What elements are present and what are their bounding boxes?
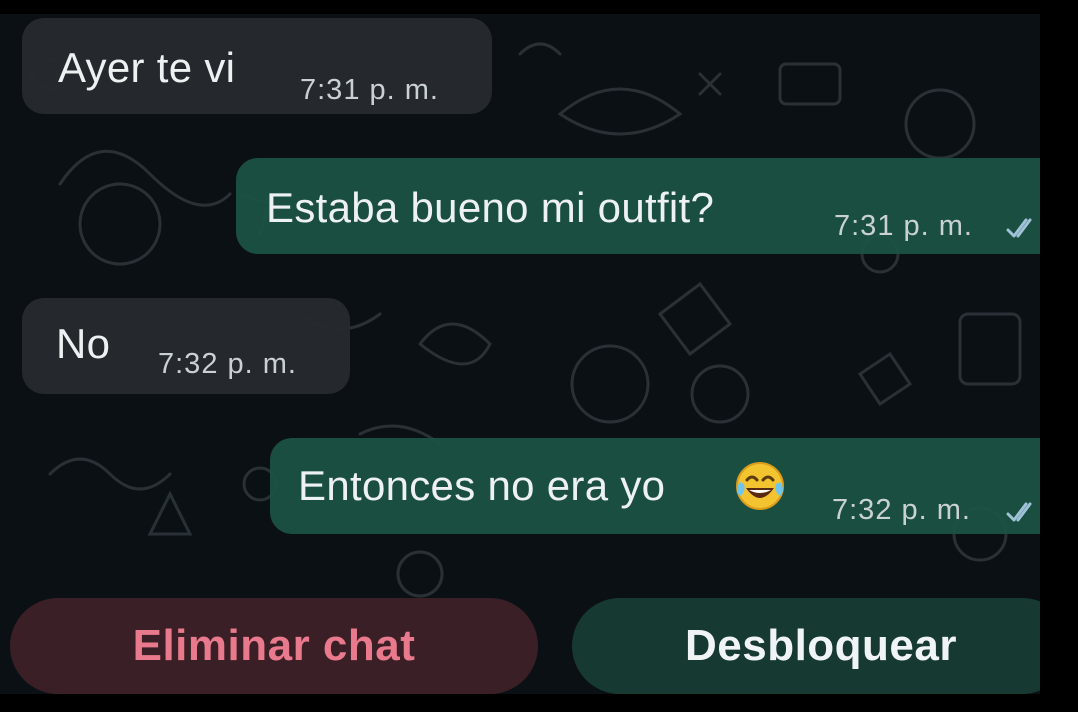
read-ticks-icon [1006, 502, 1032, 522]
message-bubble-incoming[interactable]: Ayer te vi 7:31 p. m. [22, 18, 492, 114]
tears-of-joy-emoji-icon [736, 462, 784, 510]
unblock-button[interactable]: Desbloquear [572, 598, 1040, 694]
message-text: Ayer te vi [58, 44, 236, 91]
message-text: Entonces no era yo [298, 462, 666, 509]
screenshot-border-top [0, 0, 1078, 14]
message-timestamp: 7:32 p. m. [832, 494, 971, 526]
read-ticks-icon [1006, 218, 1032, 238]
delete-chat-button[interactable]: Eliminar chat [10, 598, 538, 694]
chat-screen: Ayer te vi 7:31 p. m. Estaba bueno mi ou… [0, 14, 1040, 694]
screenshot-border-bottom [0, 694, 1078, 712]
message-text: No [56, 320, 111, 367]
message-bubble-outgoing[interactable]: Estaba bueno mi outfit? 7:31 p. m. [236, 158, 1040, 254]
message-bubble-incoming[interactable]: No 7:32 p. m. [22, 298, 350, 394]
message-timestamp: 7:31 p. m. [300, 74, 439, 106]
message-bubble-outgoing[interactable]: Entonces no era yo 7:32 p. m. [270, 438, 1040, 534]
message-timestamp: 7:32 p. m. [158, 348, 297, 380]
screenshot-border-right [1040, 0, 1078, 712]
message-text: Estaba bueno mi outfit? [266, 184, 715, 231]
message-timestamp: 7:31 p. m. [834, 210, 973, 242]
